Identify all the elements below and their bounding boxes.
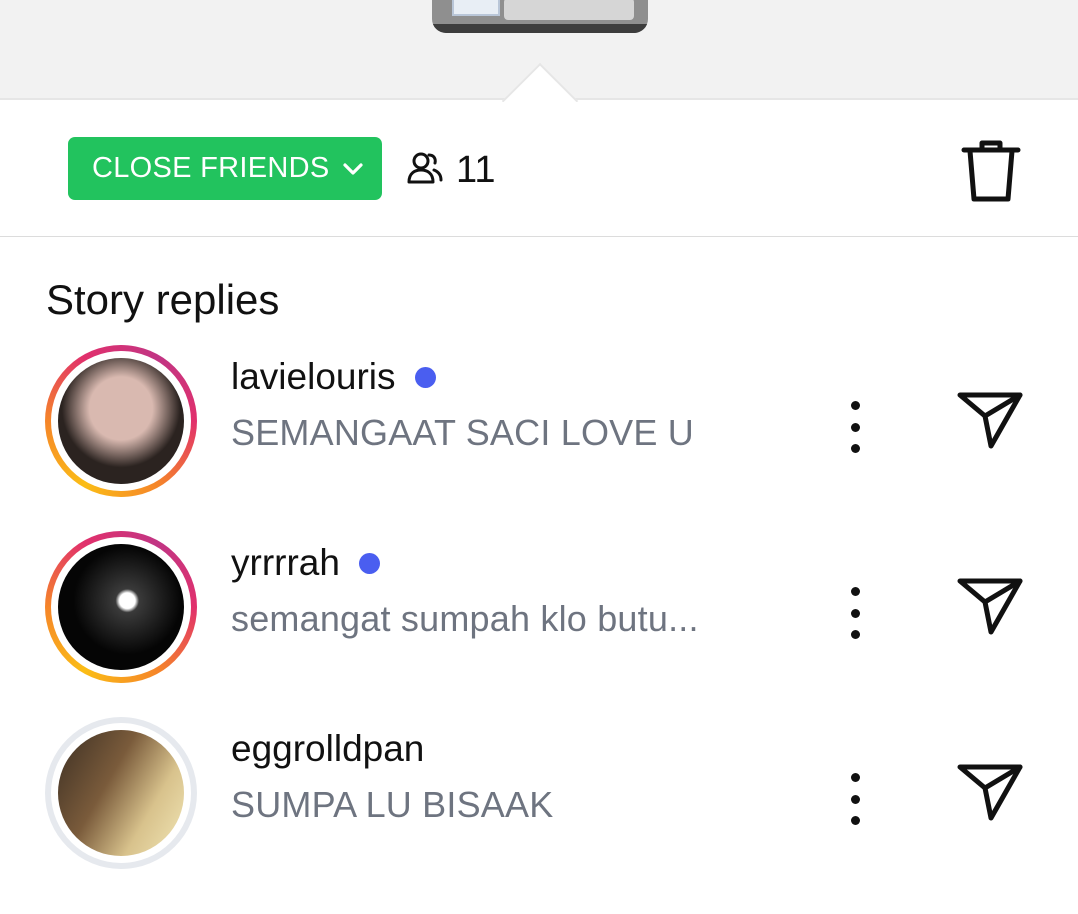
more-options-button[interactable] <box>840 771 870 827</box>
more-options-button[interactable] <box>840 585 870 641</box>
story-thumbnail[interactable] <box>432 0 648 33</box>
reply-message: SUMPA LU BISAAK <box>231 784 554 825</box>
send-reply-button[interactable] <box>956 763 1024 823</box>
avatar[interactable] <box>45 531 197 683</box>
send-reply-button[interactable] <box>956 577 1024 637</box>
reply-message: semangat sumpah klo butu... <box>231 598 699 639</box>
reply-item: lavielouris SEMANGAAT SACI LOVE U <box>0 340 1078 500</box>
unread-dot <box>358 552 380 574</box>
send-reply-button[interactable] <box>956 391 1024 451</box>
reply-message: SEMANGAAT SACI LOVE U <box>231 412 694 453</box>
avatar-image <box>58 358 184 484</box>
people-icon <box>406 149 444 192</box>
avatar[interactable] <box>45 717 197 869</box>
send-icon <box>956 392 1024 455</box>
delete-story-button[interactable] <box>960 138 1022 204</box>
avatar-image <box>58 730 184 856</box>
section-title: Story replies <box>46 276 280 323</box>
reply-username[interactable]: eggrolldpan <box>231 728 424 770</box>
reply-username[interactable]: yrrrrah <box>231 542 340 584</box>
thumbnail-sticker-image <box>504 0 634 20</box>
reply-item: yrrrrah semangat sumpah klo butu... <box>0 526 1078 686</box>
close-friends-button[interactable]: CLOSE FRIENDS <box>68 137 382 200</box>
unread-dot <box>414 366 436 388</box>
avatar[interactable] <box>45 345 197 497</box>
avatar-image <box>58 544 184 670</box>
viewer-count-value: 11 <box>456 148 496 191</box>
more-vertical-icon <box>850 401 860 410</box>
more-vertical-icon <box>850 773 860 782</box>
trash-icon <box>960 140 1022 208</box>
more-vertical-icon <box>850 587 860 596</box>
chevron-down-icon <box>342 162 364 176</box>
send-icon <box>956 764 1024 827</box>
more-options-button[interactable] <box>840 399 870 455</box>
reply-username[interactable]: lavielouris <box>231 356 396 398</box>
story-toolbar: CLOSE FRIENDS 11 <box>0 102 1078 237</box>
audience-label: CLOSE FRIENDS <box>92 152 330 184</box>
viewer-count[interactable]: 11 <box>406 148 495 192</box>
send-icon <box>956 578 1024 641</box>
reply-item: eggrolldpan SUMPA LU BISAAK <box>0 712 1078 872</box>
thumbnail-document-image <box>452 0 500 16</box>
thumbnail-floor-image <box>432 24 648 33</box>
